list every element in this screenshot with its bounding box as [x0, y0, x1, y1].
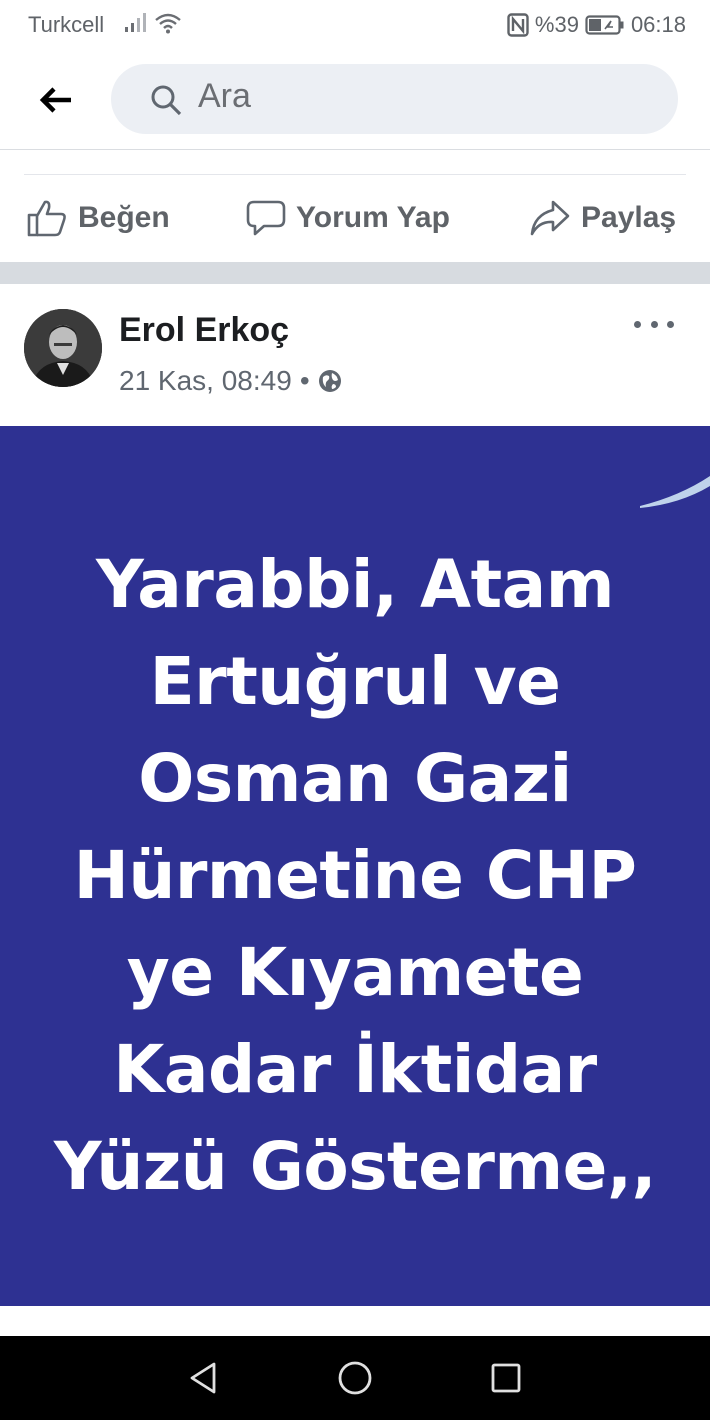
home-circle-icon: [338, 1361, 372, 1395]
comment-button[interactable]: Yorum Yap: [246, 196, 450, 240]
more-options-button[interactable]: [634, 314, 674, 334]
decorative-swoosh: [640, 476, 710, 508]
share-icon: [530, 200, 570, 236]
share-button[interactable]: Paylaş: [529, 196, 676, 240]
arrow-left-icon: [39, 87, 71, 113]
author-name[interactable]: Erol Erkoç: [119, 311, 289, 350]
nav-back-button[interactable]: [183, 1358, 223, 1398]
connectivity: [124, 12, 182, 34]
like-label: Beğen: [78, 201, 170, 234]
post-meta: 21 Kas, 08:49 •: [119, 365, 342, 397]
search-icon: [151, 85, 182, 116]
post-timestamp[interactable]: 21 Kas, 08:49: [119, 365, 292, 397]
image-text-line: Osman Gazi: [138, 740, 572, 817]
image-text-line: Ertuğrul ve: [149, 643, 561, 720]
next-post-peek: [0, 1306, 710, 1336]
search-input[interactable]: Ara: [111, 64, 678, 134]
battery-percent: %39: [534, 12, 579, 37]
status-bar: Turkcell %39 06:18: [0, 0, 710, 50]
image-text-line: Yüzü Gösterme,,: [53, 1128, 657, 1205]
image-text-line: ye Kıyamete: [126, 934, 584, 1011]
image-text-line: Hürmetine CHP: [73, 837, 637, 914]
recents-square-icon: [491, 1363, 521, 1393]
back-triangle-icon: [190, 1362, 216, 1394]
battery-icon: [585, 15, 624, 35]
globe-icon: [318, 370, 341, 392]
meta-separator: •: [299, 365, 310, 396]
avatar[interactable]: [24, 309, 102, 387]
avatar-photo: [24, 309, 102, 387]
image-text-line: Kadar İktidar: [113, 1031, 597, 1108]
share-label: Paylaş: [581, 201, 677, 234]
thumbs-up-icon: [27, 200, 66, 237]
post-image-text: Yarabbi, Atam Ertuğrul ve Osman Gazi Hürmet…: [30, 536, 680, 1215]
more-dots-icon: [634, 320, 641, 328]
wifi-icon: [155, 13, 181, 34]
feed-separator: [0, 262, 710, 284]
search-placeholder: Ara: [198, 77, 251, 115]
system-nav-bar: [0, 1336, 710, 1420]
comment-label: Yorum Yap: [296, 201, 450, 234]
nav-home-button[interactable]: [335, 1358, 375, 1398]
nav-recents-button[interactable]: [486, 1358, 526, 1398]
clock: 06:18: [630, 12, 686, 37]
comment-icon: [246, 200, 286, 236]
like-button[interactable]: Beğen: [26, 196, 170, 240]
post-header: Erol Erkoç 21 Kas, 08:49 •: [0, 284, 710, 426]
nfc-icon: [507, 13, 529, 37]
back-button[interactable]: [34, 78, 78, 122]
signal-icon: [125, 13, 146, 32]
post-image[interactable]: Yarabbi, Atam Ertuğrul ve Osman Gazi Hürmet…: [0, 426, 710, 1306]
carrier-name: Turkcell: [28, 12, 105, 37]
post-actions: Beğen Yorum Yap Paylaş: [0, 150, 710, 262]
top-bar: Ara: [0, 50, 710, 150]
divider: [24, 174, 686, 175]
status-right: %39 06:18: [507, 12, 686, 38]
image-text-line: Yarabbi, Atam: [96, 546, 614, 623]
